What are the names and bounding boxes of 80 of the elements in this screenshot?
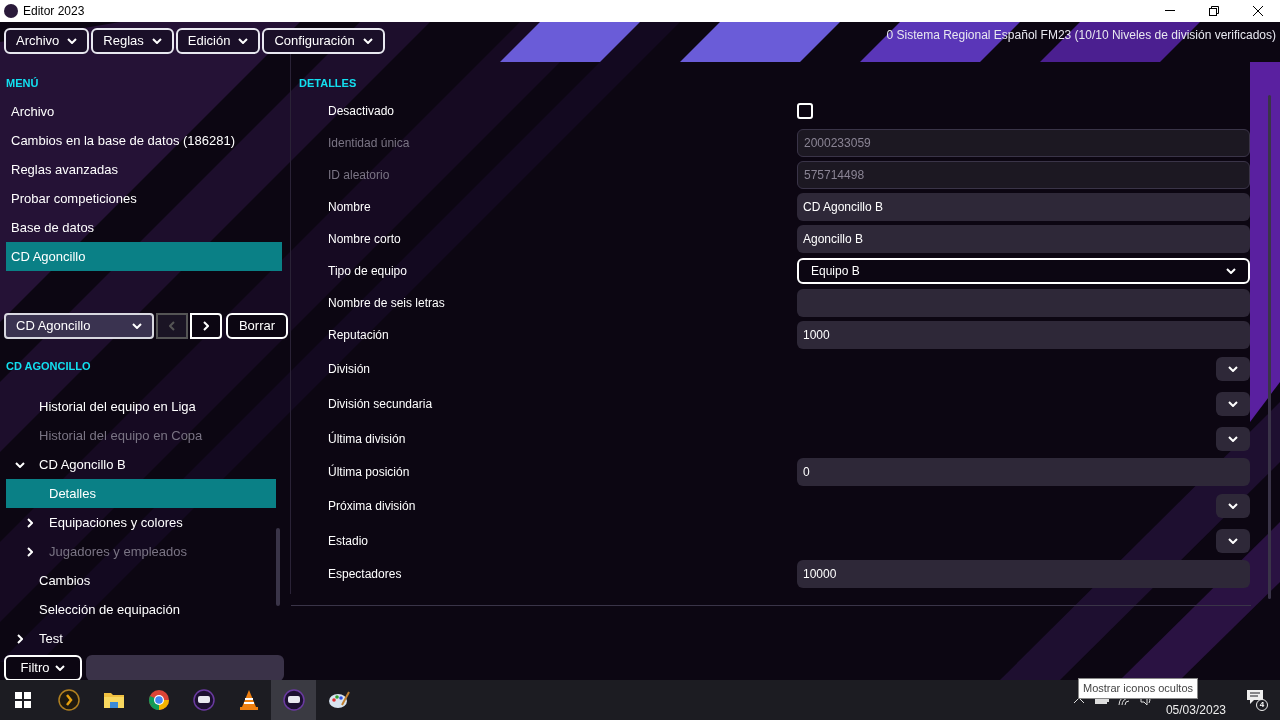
text-field[interactable]: 0 <box>797 458 1250 486</box>
chevron-down-icon <box>151 38 162 44</box>
app-icon[interactable] <box>271 680 316 720</box>
chevron-down-icon <box>1228 400 1238 407</box>
chevron-down-icon <box>1226 268 1236 274</box>
section-heading: DETALLES <box>298 76 358 91</box>
field-label: Última posición <box>328 463 411 481</box>
scrollbar[interactable] <box>1268 95 1271 599</box>
menu-item[interactable]: Base de datos <box>6 213 282 242</box>
window-title: Editor 2023 <box>23 3 85 20</box>
chevron-down-icon <box>1228 435 1238 442</box>
menu-item[interactable]: Archivo <box>6 97 282 126</box>
clock-date[interactable]: 05/03/2023 <box>1165 701 1226 719</box>
filter-button[interactable]: Filtro <box>4 655 82 680</box>
menu-item[interactable]: CD Agoncillo <box>6 242 282 271</box>
field-label: Estadio <box>328 532 370 550</box>
scrollbar[interactable] <box>276 528 280 606</box>
dropdown-button[interactable] <box>1216 391 1250 416</box>
filter-field[interactable] <box>86 655 284 680</box>
tree-item[interactable]: Equipaciones y colores <box>6 508 276 537</box>
field-label: Espectadores <box>328 566 403 583</box>
chevron-down-icon <box>1228 537 1238 544</box>
field-label: Reputación <box>328 327 390 344</box>
text-field[interactable]: 10000 <box>797 560 1250 588</box>
field-label: ID aleatorio <box>328 167 391 184</box>
dropdown-button[interactable] <box>1216 493 1250 518</box>
tree-item[interactable]: Cambios <box>6 566 276 595</box>
checkbox[interactable] <box>797 103 813 119</box>
restore-icon[interactable] <box>1209 6 1219 16</box>
tree-item[interactable]: Selección de equipación <box>6 595 276 624</box>
chevron-down-icon <box>1228 365 1238 372</box>
close-icon[interactable] <box>1253 6 1263 16</box>
app-icon <box>4 4 18 18</box>
team-dropdown[interactable]: CD Agoncillo <box>4 313 154 339</box>
text-field[interactable] <box>797 289 1250 317</box>
section-heading: MENÚ <box>5 76 40 91</box>
field-label: División secundaria <box>328 395 434 413</box>
select-field[interactable]: Equipo B <box>797 258 1250 284</box>
dropdown-button[interactable] <box>1216 528 1250 553</box>
chevron-down-icon[interactable] <box>15 461 25 468</box>
menu-button[interactable]: Reglas <box>91 28 174 54</box>
field-label: División <box>328 360 371 378</box>
chevron-right-icon <box>203 321 209 331</box>
menu-button[interactable]: Configuración <box>262 28 385 54</box>
chevron-down-icon <box>132 323 142 329</box>
field-label: Desactivado <box>328 103 396 120</box>
dropdown-button[interactable] <box>1216 356 1250 381</box>
chevron-down-icon <box>1228 502 1238 509</box>
field-label: Próxima división <box>328 497 417 515</box>
next-button[interactable] <box>190 313 222 339</box>
field-label: Nombre de seis letras <box>328 295 446 312</box>
clear-button[interactable]: Borrar <box>226 313 288 339</box>
dropdown-button[interactable] <box>1216 426 1250 451</box>
field-label: Última división <box>328 430 407 448</box>
field-label: Tipo de equipo <box>328 263 408 280</box>
minimize-icon[interactable] <box>1165 10 1175 12</box>
chevron-down-icon <box>238 38 249 44</box>
menu-item[interactable]: Cambios en la base de datos (186281) <box>6 126 282 155</box>
tree-item[interactable]: Test <box>6 624 276 653</box>
text-field[interactable]: 1000 <box>797 321 1250 349</box>
menu-item[interactable]: Probar competiciones <box>6 184 282 213</box>
menu-item[interactable]: Reglas avanzadas <box>6 155 282 184</box>
chevron-right-icon[interactable] <box>17 633 23 644</box>
menu-button[interactable]: Edición <box>175 28 261 54</box>
tree-item[interactable]: Historial del equipo en Liga <box>6 392 276 421</box>
chevron-left-icon <box>169 321 175 331</box>
field-label: Identidad única <box>328 135 411 152</box>
menu-button[interactable]: Archivo <box>4 28 90 54</box>
chevron-right-icon[interactable] <box>27 517 33 528</box>
tree-item[interactable]: CD Agoncillo B <box>6 450 276 479</box>
field-label: Nombre corto <box>328 231 402 248</box>
chevron-down-icon <box>67 38 78 44</box>
text-field[interactable]: CD Agoncillo B <box>797 193 1250 221</box>
tooltip: Mostrar iconos ocultos <box>1078 678 1199 699</box>
field-label: Nombre <box>328 199 372 216</box>
chevron-down-icon <box>362 38 373 44</box>
tree-item[interactable]: Detalles <box>6 479 276 508</box>
chevron-down-icon <box>55 665 66 671</box>
text-field[interactable]: Agoncillo B <box>797 225 1250 253</box>
section-heading: CD AGONCILLO <box>5 359 92 372</box>
